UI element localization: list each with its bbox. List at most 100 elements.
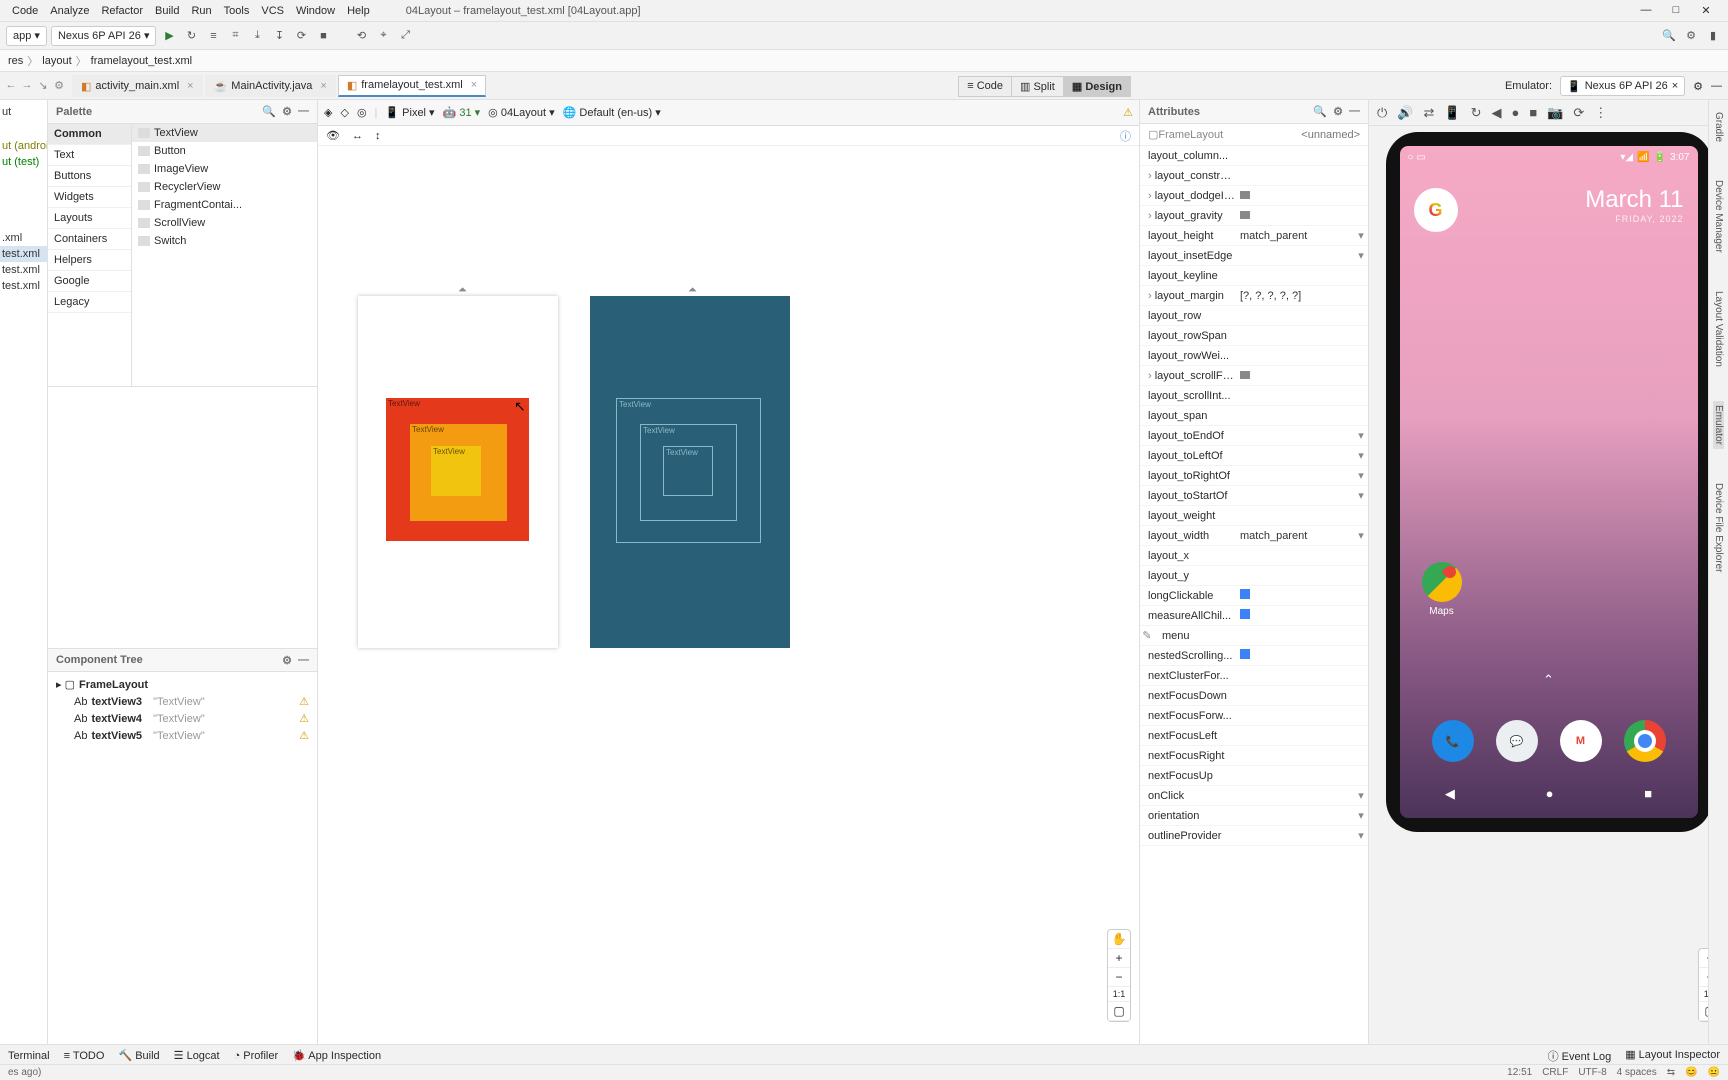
nav-overview-icon[interactable]: ■ [1644, 786, 1652, 802]
tree-node-textview5[interactable]: Ab textView5 "TextView" ⚠ [52, 727, 313, 744]
dropdown-icon[interactable]: ▾ [1354, 789, 1368, 802]
design-surface[interactable]: TextView TextView TextView [358, 296, 558, 648]
orientation-icon[interactable]: ◇ [340, 106, 348, 119]
settings-icon[interactable]: ⚙ [1682, 29, 1700, 42]
palette-cat-common[interactable]: Common [48, 124, 131, 145]
view-split[interactable]: ▥ Split [1011, 76, 1064, 97]
status-line-sep[interactable]: CRLF [1542, 1067, 1568, 1078]
night-mode-icon[interactable]: ◎ [357, 106, 367, 119]
tab-todo[interactable]: ≡ TODO [64, 1050, 105, 1062]
attr-row[interactable]: longClickable [1140, 586, 1368, 606]
menu-vcs[interactable]: VCS [255, 3, 290, 19]
palette-cat-containers[interactable]: Containers [48, 229, 131, 250]
gear-icon[interactable]: ⚙ [282, 654, 292, 667]
apply-changes-icon[interactable]: ↻ [182, 29, 200, 42]
hide-icon[interactable]: — [298, 105, 309, 118]
dropdown-icon[interactable]: ▾ [1354, 449, 1368, 462]
emulator-settings-icon[interactable]: ⚙ [1693, 80, 1703, 93]
project-item[interactable]: ut [0, 104, 47, 120]
crumb-res[interactable]: res [8, 55, 23, 67]
coverage-icon[interactable]: ⤓ [248, 29, 266, 42]
palette-item-recyclerview[interactable]: RecyclerView [132, 178, 317, 196]
app-drawer-handle[interactable]: ⌃ [1543, 672, 1554, 688]
record-icon[interactable]: ⟳ [1573, 105, 1584, 121]
attr-row[interactable]: layout_dodgeIn... [1140, 186, 1368, 206]
attr-row[interactable]: layout_y [1140, 566, 1368, 586]
attr-row[interactable]: layout_row [1140, 306, 1368, 326]
nav-down-icon[interactable]: ↘ [36, 79, 50, 92]
crumb-file[interactable]: framelayout_test.xml [91, 55, 192, 67]
attr-value[interactable] [1236, 210, 1368, 222]
component-tree[interactable]: ▸ ▢ FrameLayout Ab textView3 "TextView" … [48, 672, 317, 1052]
tab-build[interactable]: 🔨 Build [118, 1049, 159, 1062]
view-code[interactable]: ≡ Code [958, 76, 1012, 97]
textview5-preview[interactable]: TextView [431, 446, 481, 496]
tab-app-inspection[interactable]: 🐞 App Inspection [292, 1049, 381, 1062]
window-minimize-icon[interactable]: — [1638, 4, 1654, 17]
tab-device-file-explorer[interactable]: Device File Explorer [1713, 479, 1724, 576]
app-chrome[interactable] [1624, 720, 1666, 762]
tab-activity-main[interactable]: ◧ activity_main.xml × [72, 75, 203, 97]
zoom-reset[interactable]: 1:1 [1108, 987, 1130, 1002]
status-indent[interactable]: 4 spaces [1617, 1067, 1657, 1078]
run-icon[interactable]: ▶ [160, 29, 178, 42]
palette-cat-buttons[interactable]: Buttons [48, 166, 131, 187]
attach-icon[interactable]: ↧ [270, 29, 288, 42]
rotate-left-icon[interactable]: ⇄ [1423, 105, 1434, 121]
attr-row[interactable]: layout_span [1140, 406, 1368, 426]
nav-back-icon[interactable]: ◀ [1445, 786, 1455, 802]
palette-item-fragment[interactable]: FragmentContai... [132, 196, 317, 214]
dropdown-icon[interactable]: ▾ [1354, 489, 1368, 502]
attr-value[interactable]: match_parent [1236, 530, 1354, 542]
search-icon[interactable]: 🔍 [262, 105, 276, 118]
zoom-fit-icon[interactable]: ▢ [1108, 1002, 1130, 1021]
close-icon[interactable]: × [471, 79, 477, 91]
attr-row[interactable]: nextFocusUp [1140, 766, 1368, 786]
menu-help[interactable]: Help [341, 3, 376, 19]
attr-row[interactable]: orientation▾ [1140, 806, 1368, 826]
notifications-icon[interactable]: ▮ [1704, 29, 1722, 42]
warning-icon[interactable]: ⚠ [299, 695, 309, 708]
theme-picker[interactable]: ◎ 04Layout ▾ [488, 106, 555, 119]
menu-run[interactable]: Run [185, 3, 217, 19]
attr-row[interactable]: layout_toRightOf▾ [1140, 466, 1368, 486]
pan-icon[interactable]: ✋ [1108, 930, 1130, 949]
emulator-hide-icon[interactable]: — [1711, 80, 1722, 92]
project-item[interactable]: ut (test) [0, 154, 47, 170]
attr-row[interactable]: layout_toEndOf▾ [1140, 426, 1368, 446]
palette-item-textview[interactable]: TextView [132, 124, 317, 142]
zoom-out-icon[interactable]: − [1108, 968, 1130, 987]
debug-icon[interactable]: ≡ [204, 30, 222, 42]
status-encoding[interactable]: UTF-8 [1578, 1067, 1606, 1078]
more-icon[interactable]: ⋮ [1594, 105, 1607, 121]
attr-value[interactable] [1236, 589, 1368, 602]
status-memory-icon[interactable]: 😐 [1708, 1067, 1720, 1078]
palette-cat-layouts[interactable]: Layouts [48, 208, 131, 229]
warning-icon[interactable]: ⚠ [1123, 106, 1133, 119]
dropdown-icon[interactable]: ▾ [1354, 429, 1368, 442]
attr-row[interactable]: nextFocusRight [1140, 746, 1368, 766]
attr-row[interactable]: layout_heightmatch_parent▾ [1140, 226, 1368, 246]
palette-cat-legacy[interactable]: Legacy [48, 292, 131, 313]
palette-cat-widgets[interactable]: Widgets [48, 187, 131, 208]
attr-value[interactable] [1236, 190, 1368, 202]
overview-icon[interactable]: ■ [1529, 105, 1537, 120]
tab-gradle[interactable]: Gradle [1713, 108, 1724, 146]
avd-icon[interactable]: ⟲ [352, 29, 370, 42]
sdk-icon[interactable]: ⌖ [374, 29, 392, 42]
power-icon[interactable]: ⏻ [1377, 105, 1387, 121]
close-icon[interactable]: × [1672, 80, 1678, 92]
window-close-icon[interactable]: ✕ [1698, 4, 1714, 17]
tab-event-log[interactable]: ⓘ Event Log [1548, 1048, 1612, 1064]
back-icon[interactable]: ◀ [1491, 105, 1501, 121]
attr-row[interactable]: layout_rowSpan [1140, 326, 1368, 346]
close-icon[interactable]: × [320, 80, 326, 92]
project-pane[interactable]: ut ut (androidTest) ut (test) .xml test.… [0, 100, 48, 1052]
module-selector[interactable]: app ▾ [6, 26, 47, 46]
palette-item-button[interactable]: Button [132, 142, 317, 160]
attr-row[interactable]: layout_rowWei... [1140, 346, 1368, 366]
textview5-blueprint[interactable]: TextView [663, 446, 713, 496]
crumb-layout[interactable]: layout [42, 55, 71, 67]
project-item-selected[interactable]: test.xml [0, 246, 47, 262]
tab-main-activity[interactable]: ☕ MainActivity.java × [205, 75, 336, 97]
